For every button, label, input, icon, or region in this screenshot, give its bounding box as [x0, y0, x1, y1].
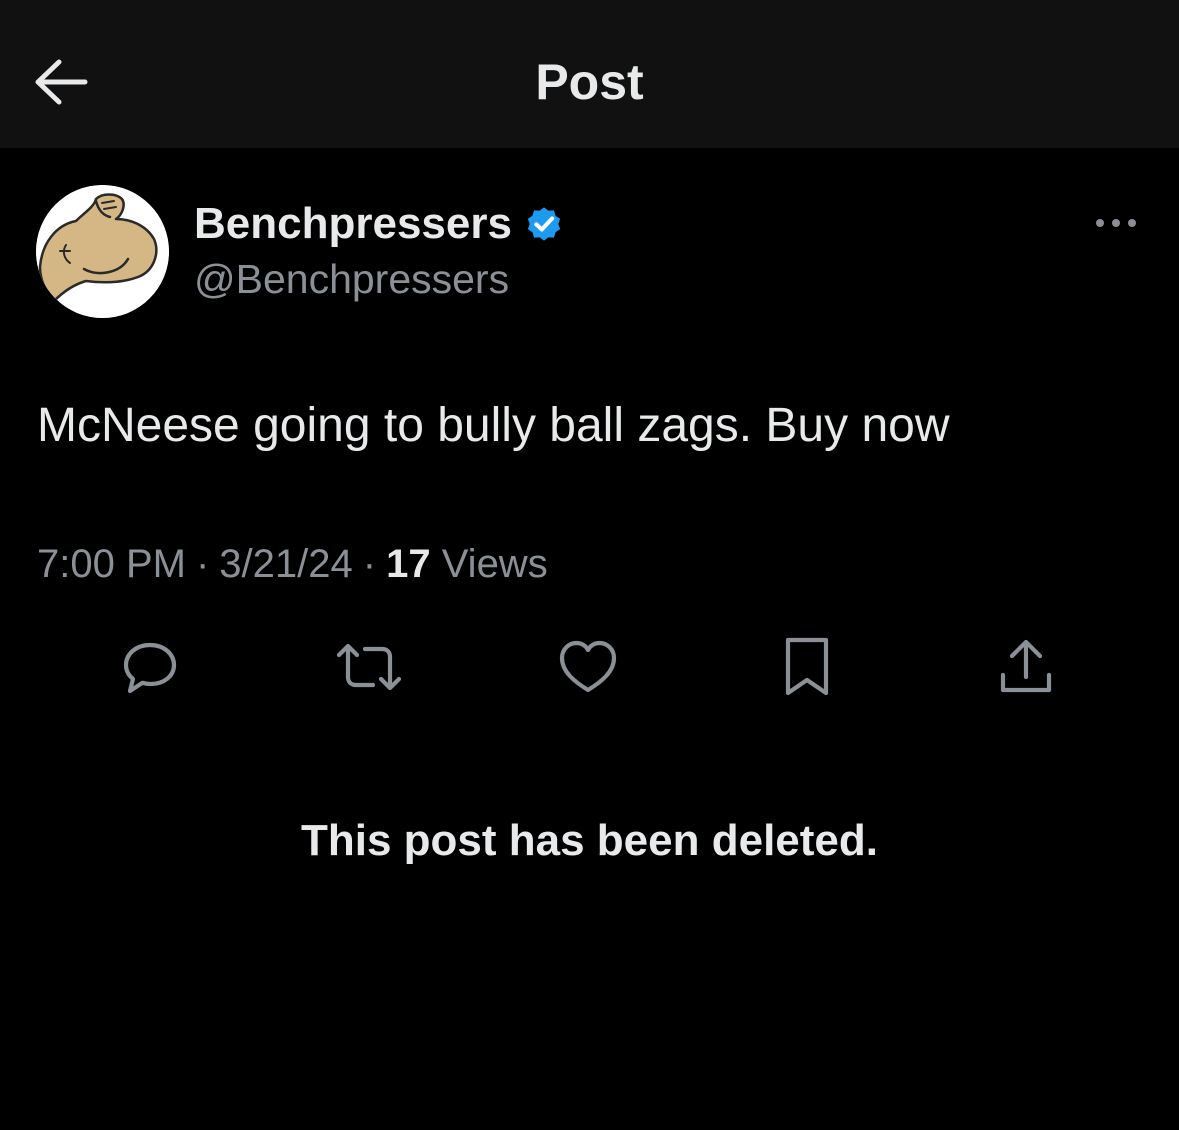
action-bar [0, 632, 1179, 702]
views-count[interactable]: 17 [386, 542, 431, 586]
like-button[interactable] [553, 632, 623, 702]
author-handle[interactable]: @Benchpressers [194, 252, 509, 306]
views-label: Views [441, 542, 548, 586]
reply-icon [123, 642, 177, 694]
verified-badge-icon [522, 202, 566, 246]
reply-button[interactable] [115, 632, 185, 702]
share-icon [1000, 639, 1052, 693]
ellipsis-icon [1096, 219, 1136, 227]
post-date: 3/21/24 [219, 542, 353, 586]
page-title: Post [535, 54, 644, 110]
post-time: 7:00 PM [37, 542, 186, 586]
top-bar: Post [0, 0, 1179, 148]
avatar[interactable] [36, 185, 169, 318]
deleted-notice: This post has been deleted. [300, 816, 878, 865]
bookmark-button[interactable] [772, 632, 842, 702]
more-options-button[interactable] [1086, 200, 1146, 246]
repost-button[interactable] [334, 632, 404, 702]
separator: · [195, 542, 210, 586]
post-metadata: 7:00 PM · 3/21/24 · 17 Views [37, 538, 548, 590]
heart-icon [559, 640, 617, 693]
flexed-bicep-icon [36, 185, 169, 318]
display-name-text: Benchpressers [194, 199, 512, 248]
separator: · [362, 542, 377, 586]
repost-icon [336, 643, 402, 691]
bookmark-icon [785, 637, 829, 696]
post-text: McNeese going to bully ball zags. Buy no… [37, 399, 950, 452]
share-button[interactable] [991, 632, 1061, 702]
author-display-name[interactable]: Benchpressers [194, 196, 566, 252]
